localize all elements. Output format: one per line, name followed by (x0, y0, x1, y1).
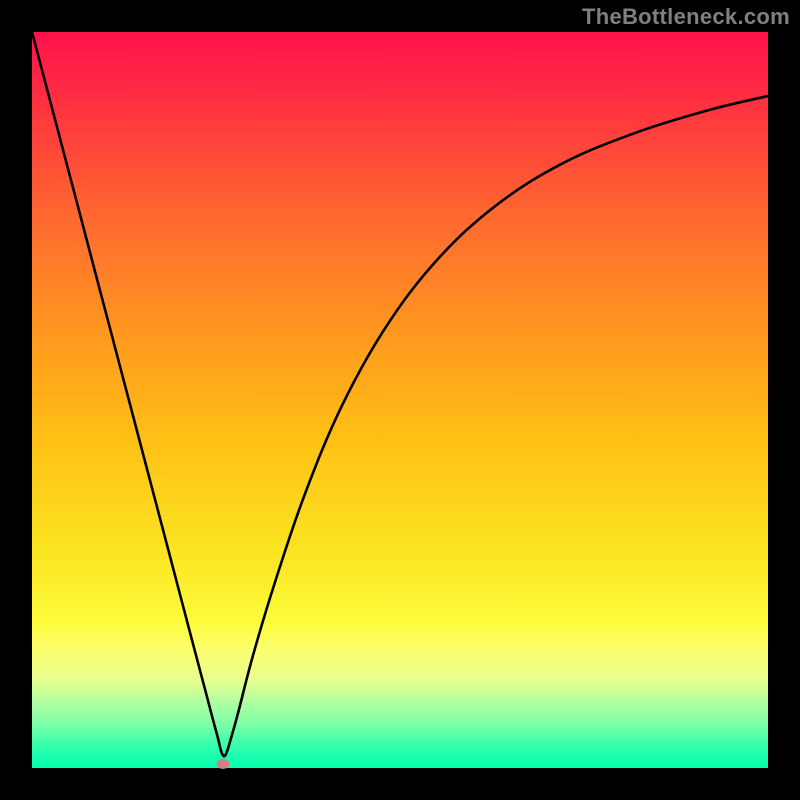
optimum-marker (217, 759, 230, 769)
bottleneck-curve (32, 32, 768, 768)
chart-frame: TheBottleneck.com (0, 0, 800, 800)
curve-path (32, 32, 768, 756)
plot-area (32, 32, 768, 768)
attribution-label: TheBottleneck.com (582, 4, 790, 30)
